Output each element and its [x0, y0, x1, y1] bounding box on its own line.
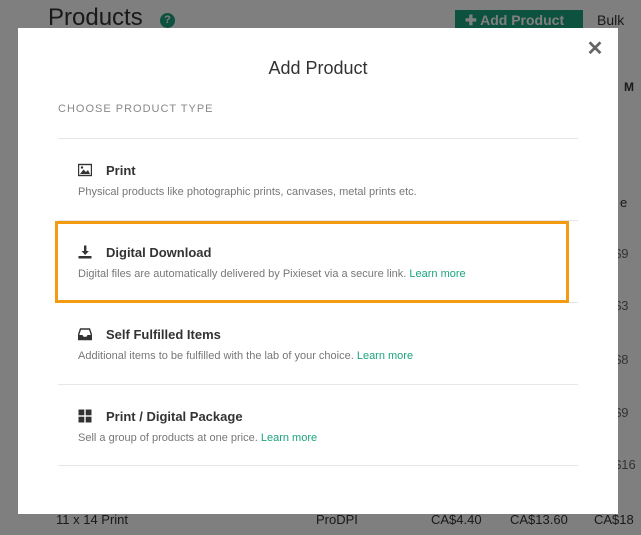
add-product-modal: ✕ Add Product CHOOSE PRODUCT TYPE Print … [18, 28, 618, 514]
option-package[interactable]: Print / Digital Package Sell a group of … [58, 384, 578, 466]
option-title: Print / Digital Package [106, 408, 243, 424]
close-icon[interactable]: ✕ [585, 38, 605, 60]
option-desc-text: Sell a group of products at one price. [78, 432, 258, 444]
option-desc-text: Digital files are automatically delivere… [78, 268, 407, 280]
option-title: Self Fulfilled Items [106, 326, 221, 342]
option-desc-text: Physical products like photographic prin… [78, 186, 417, 198]
modal-title: Add Product [268, 58, 368, 78]
option-digital-download[interactable]: Digital Download Digital files are autom… [58, 220, 578, 302]
option-description: Physical products like photographic prin… [78, 186, 578, 198]
option-description: Additional items to be fulfilled with th… [78, 350, 578, 362]
image-icon [78, 163, 92, 177]
option-description: Sell a group of products at one price. L… [78, 432, 578, 444]
option-title: Print [106, 162, 136, 178]
product-type-list: Print Physical products like photographi… [58, 138, 578, 466]
section-label: CHOOSE PRODUCT TYPE [58, 103, 214, 115]
grid-icon [78, 409, 92, 423]
learn-more-link[interactable]: Learn more [261, 432, 317, 444]
learn-more-link[interactable]: Learn more [409, 268, 465, 280]
learn-more-link[interactable]: Learn more [357, 350, 413, 362]
inbox-icon [78, 328, 92, 341]
option-title: Digital Download [106, 244, 212, 260]
option-description: Digital files are automatically delivere… [78, 268, 578, 280]
option-print[interactable]: Print Physical products like photographi… [58, 138, 578, 220]
option-desc-text: Additional items to be fulfilled with th… [78, 350, 354, 362]
option-self-fulfilled[interactable]: Self Fulfilled Items Additional items to… [58, 302, 578, 384]
download-icon [78, 245, 92, 259]
